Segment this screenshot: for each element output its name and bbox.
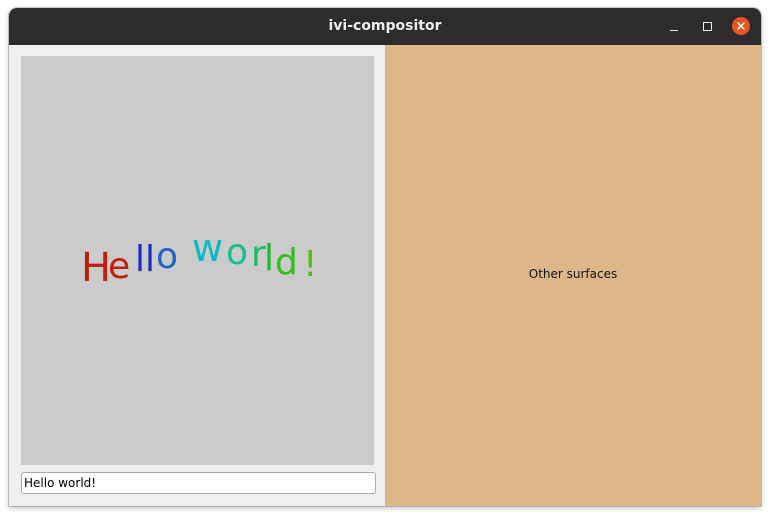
- close-icon: [737, 22, 745, 30]
- minimize-button[interactable]: [665, 17, 683, 35]
- hello-world-surface[interactable]: He l l o w o r l d!: [21, 56, 374, 465]
- close-button[interactable]: [732, 17, 750, 35]
- hello-letter: l: [145, 239, 155, 280]
- hello-letter: l: [264, 238, 274, 279]
- hello-letter: l: [135, 239, 145, 280]
- window-content: Helloworld! Other surfaces: [9, 45, 761, 506]
- maximize-icon: [702, 21, 712, 31]
- hello-world-text: He l l o w o rl d!: [81, 226, 317, 291]
- minimize-icon: [670, 29, 678, 31]
- hello-letter: o: [226, 232, 248, 273]
- hello-letter: w: [192, 226, 223, 270]
- window-title: ivi-compositor: [328, 18, 442, 34]
- text-input[interactable]: [21, 472, 376, 494]
- maximize-button[interactable]: [698, 17, 716, 35]
- app-window: ivi-compositor Helloworld! Other surface…: [9, 8, 761, 506]
- hello-letter: H: [81, 245, 111, 291]
- hello-letter: e: [108, 246, 130, 287]
- left-panel: He l l o w o r l d!: [9, 45, 385, 506]
- hello-letter: o: [156, 236, 178, 277]
- hello-letter: d: [275, 242, 298, 283]
- title-bar[interactable]: ivi-compositor: [9, 8, 761, 45]
- other-surfaces-label: Other surfaces: [528, 267, 618, 281]
- other-surfaces-panel[interactable]: Other surfaces: [385, 45, 761, 506]
- hello-letter: !: [303, 244, 317, 285]
